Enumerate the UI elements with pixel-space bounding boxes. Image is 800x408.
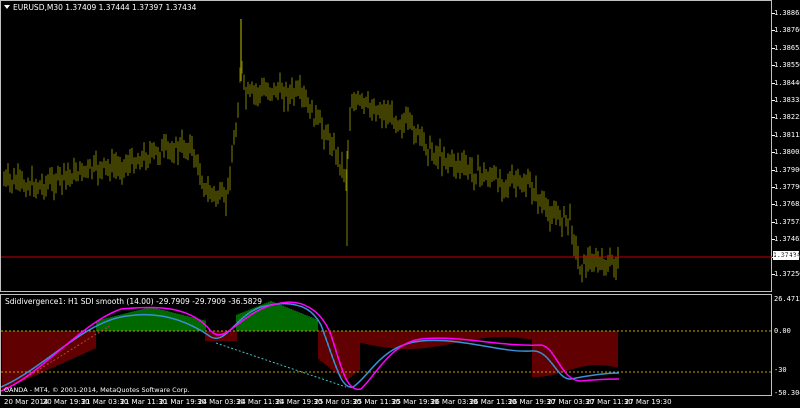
price-axis-tick xyxy=(772,82,775,84)
copyright-text: OANDA - MT4, © 2001-2014, MetaQuotes Sof… xyxy=(4,386,190,394)
price-axis-label: 1.37465 xyxy=(774,235,800,244)
price-axis-tick xyxy=(772,117,775,119)
price-axis-tick xyxy=(772,187,775,188)
price-chart-pane[interactable]: EURUSD,M30 1.37409 1.37444 1.37397 1.374… xyxy=(0,0,773,292)
price-axis-tick xyxy=(772,134,775,136)
price-axis-label: 1.37685 xyxy=(774,200,800,209)
price-axis-tick xyxy=(772,221,775,223)
ind-axis-label-30: -30 xyxy=(774,366,787,374)
ind-axis-label-min: -50.3047 xyxy=(774,389,800,397)
price-axis-label: 1.38005 xyxy=(774,148,800,157)
price-axis-tick xyxy=(772,152,775,154)
price-axis-tick xyxy=(772,65,775,67)
price-axis-label: 1.37900 xyxy=(774,165,800,174)
price-axis-tick xyxy=(772,13,775,14)
price-axis-tick xyxy=(772,47,775,49)
price-axis-label: 1.38225 xyxy=(774,113,800,122)
price-axis-label: 1.38760 xyxy=(774,26,800,35)
price-axis-label: 1.38440 xyxy=(774,78,800,87)
price-axis-tick xyxy=(772,169,775,171)
sdi-smooth-line xyxy=(1,301,620,392)
price-axis-label: 1.37575 xyxy=(774,217,800,226)
price-axis-tick xyxy=(772,256,775,258)
chart-header: EURUSD,M30 1.37409 1.37444 1.37397 1.374… xyxy=(13,3,197,12)
chevron-down-icon[interactable] xyxy=(4,5,10,9)
price-axis-label: 1.38550 xyxy=(774,61,800,70)
price-axis-label: 1.37250 xyxy=(774,270,800,278)
indicator-header: Sdidivergence1: H1 SDI smooth (14.00) -2… xyxy=(5,297,263,306)
price-axis-tick xyxy=(772,100,775,101)
indicator-axis[interactable] xyxy=(772,294,800,396)
indicator-plot xyxy=(1,301,773,392)
price-axis-label: 1.37360 xyxy=(774,252,800,261)
price-axis-label: 1.38865 xyxy=(774,9,800,17)
indicator-pane[interactable]: Sdidivergence1: H1 SDI smooth (14.00) -2… xyxy=(0,294,773,396)
ind-axis-label-max: 26.4712 xyxy=(774,295,800,303)
price-axis-label: 1.38335 xyxy=(774,96,800,104)
time-axis-label: 27 Mar 19:30 xyxy=(624,398,672,406)
price-axis-label: 1.38655 xyxy=(774,43,800,52)
ind-axis-label-zero: 0.00 xyxy=(774,327,791,335)
price-axis-tick xyxy=(772,239,775,241)
price-axis-tick xyxy=(772,30,775,32)
price-axis-tick xyxy=(772,274,775,275)
price-axis-label: 1.37790 xyxy=(774,183,800,191)
price-candles xyxy=(1,19,773,283)
time-axis-label: 20 Mar 2014 xyxy=(4,398,49,406)
price-axis-label: 1.38115 xyxy=(774,130,800,139)
price-axis-tick xyxy=(772,204,775,206)
